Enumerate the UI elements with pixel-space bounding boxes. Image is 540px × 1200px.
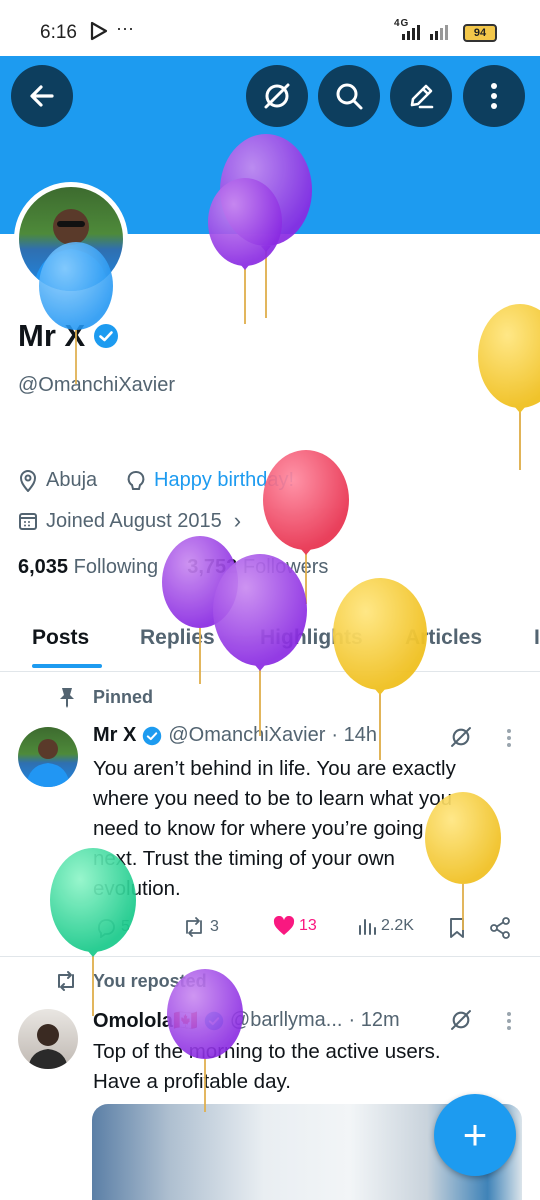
post-text-line: evolution. bbox=[93, 877, 181, 900]
location-text: Abuja bbox=[46, 469, 98, 491]
follow-counts: 6,035 Following 3,752 Followers bbox=[18, 556, 328, 579]
tab-highlights[interactable]: Highlights bbox=[260, 626, 363, 650]
grok-icon bbox=[264, 83, 290, 109]
joined-text: Joined August 2015 bbox=[46, 509, 222, 532]
share-icon bbox=[490, 917, 510, 939]
pin-icon bbox=[58, 686, 76, 713]
verified-icon bbox=[204, 1011, 224, 1030]
repost-author[interactable]: Omolola🇨🇦 bbox=[93, 1008, 198, 1033]
location-icon bbox=[19, 469, 37, 492]
grok-button[interactable] bbox=[246, 65, 308, 127]
search-button[interactable] bbox=[318, 65, 380, 127]
reposted-label: You reposted bbox=[93, 971, 207, 991]
profile-tabs: Posts Replies Highlights Articles I bbox=[0, 612, 540, 672]
more-options-button[interactable] bbox=[463, 65, 525, 127]
share-button[interactable] bbox=[489, 917, 511, 944]
heart-icon bbox=[273, 916, 295, 935]
pinned-label: Pinned bbox=[93, 687, 154, 707]
grok-post-icon[interactable] bbox=[448, 1007, 474, 1038]
chevron-right-icon: › bbox=[233, 508, 242, 533]
status-time: 6:16 bbox=[40, 22, 77, 43]
post-text-line: where you need to be to learn what you bbox=[93, 787, 452, 810]
calendar-icon bbox=[19, 513, 37, 530]
active-tab-indicator bbox=[32, 664, 102, 668]
tab-posts[interactable]: Posts bbox=[32, 626, 89, 650]
post-author[interactable]: Mr X bbox=[93, 724, 136, 747]
more-vertical-icon bbox=[491, 83, 497, 109]
post-text-line: need to know for where you’re going bbox=[93, 817, 424, 840]
status-bar: 6:16 ··· 4G 94 bbox=[0, 0, 540, 56]
edit-icon bbox=[410, 84, 434, 109]
repost-icon bbox=[54, 970, 78, 997]
avatar[interactable] bbox=[14, 182, 128, 296]
profile-website[interactable]: Happy birthday! bbox=[126, 469, 294, 492]
verified-icon bbox=[143, 726, 162, 745]
back-arrow-icon bbox=[30, 85, 54, 107]
profile-name-text: Mr X bbox=[18, 318, 86, 353]
post-more-icon[interactable] bbox=[506, 728, 512, 753]
profile-joined[interactable]: Joined August 2015 › bbox=[18, 508, 241, 534]
repost-icon bbox=[186, 917, 202, 937]
profile-name: Mr X bbox=[18, 318, 119, 354]
repost-time: · 12m bbox=[348, 1009, 400, 1031]
repost-text: Top of the morning to the active users. … bbox=[93, 1037, 523, 1097]
repost-avatar[interactable] bbox=[18, 1009, 78, 1069]
back-button[interactable] bbox=[11, 65, 73, 127]
tab-more[interactable]: I bbox=[534, 626, 540, 650]
grok-post-icon[interactable] bbox=[448, 724, 474, 755]
edit-button[interactable] bbox=[390, 65, 452, 127]
play-icon bbox=[90, 21, 108, 46]
post-text-line: Have a profitable day. bbox=[93, 1070, 291, 1093]
reply-button[interactable]: 5 bbox=[95, 916, 130, 938]
profile-handle: @OmanchiXavier bbox=[18, 374, 176, 396]
plus-icon: + bbox=[462, 1111, 488, 1158]
balloon bbox=[478, 304, 540, 470]
repost-button[interactable]: 3 bbox=[182, 916, 219, 938]
repost-header: Omolola🇨🇦 @barllyma... · 12m bbox=[93, 1008, 400, 1033]
search-icon bbox=[336, 83, 363, 110]
followers-link[interactable]: 3,752 Followers bbox=[187, 556, 328, 578]
tab-replies[interactable]: Replies bbox=[140, 626, 215, 650]
views-button[interactable]: 2.2K bbox=[357, 916, 414, 936]
bookmark-icon bbox=[450, 918, 464, 938]
battery-indicator: 94 bbox=[463, 24, 497, 42]
more-notifications-icon: ··· bbox=[116, 18, 134, 38]
post-text-line: Top of the morning to the active users. bbox=[93, 1040, 441, 1063]
post-time: · 14h bbox=[331, 724, 377, 746]
pinned-post-header: Mr X @OmanchiXavier · 14h bbox=[93, 724, 377, 747]
divider bbox=[0, 956, 540, 957]
website-link[interactable]: Happy birthday! bbox=[154, 469, 294, 492]
profile-location: Abuja bbox=[18, 469, 97, 492]
verified-icon bbox=[94, 324, 119, 348]
repost-handle[interactable]: @barllyma... bbox=[230, 1009, 343, 1032]
post-handle[interactable]: @OmanchiXavier bbox=[168, 724, 325, 747]
views-icon bbox=[359, 919, 376, 935]
tab-articles[interactable]: Articles bbox=[405, 626, 482, 650]
pinned-post-text: You aren’t behind in life. You are exact… bbox=[93, 754, 523, 904]
bookmark-button[interactable] bbox=[448, 917, 466, 944]
like-button[interactable]: 13 bbox=[273, 916, 317, 936]
bulb-icon bbox=[127, 470, 145, 490]
reply-icon bbox=[98, 919, 115, 938]
post-text-line: next. Trust the timing of your own bbox=[93, 847, 395, 870]
compose-button[interactable]: + bbox=[434, 1094, 516, 1176]
post-more-icon[interactable] bbox=[506, 1011, 512, 1036]
post-avatar[interactable] bbox=[18, 727, 78, 787]
post-text-line: You aren’t behind in life. You are exact… bbox=[93, 757, 456, 780]
following-link[interactable]: 6,035 Following bbox=[18, 556, 158, 578]
